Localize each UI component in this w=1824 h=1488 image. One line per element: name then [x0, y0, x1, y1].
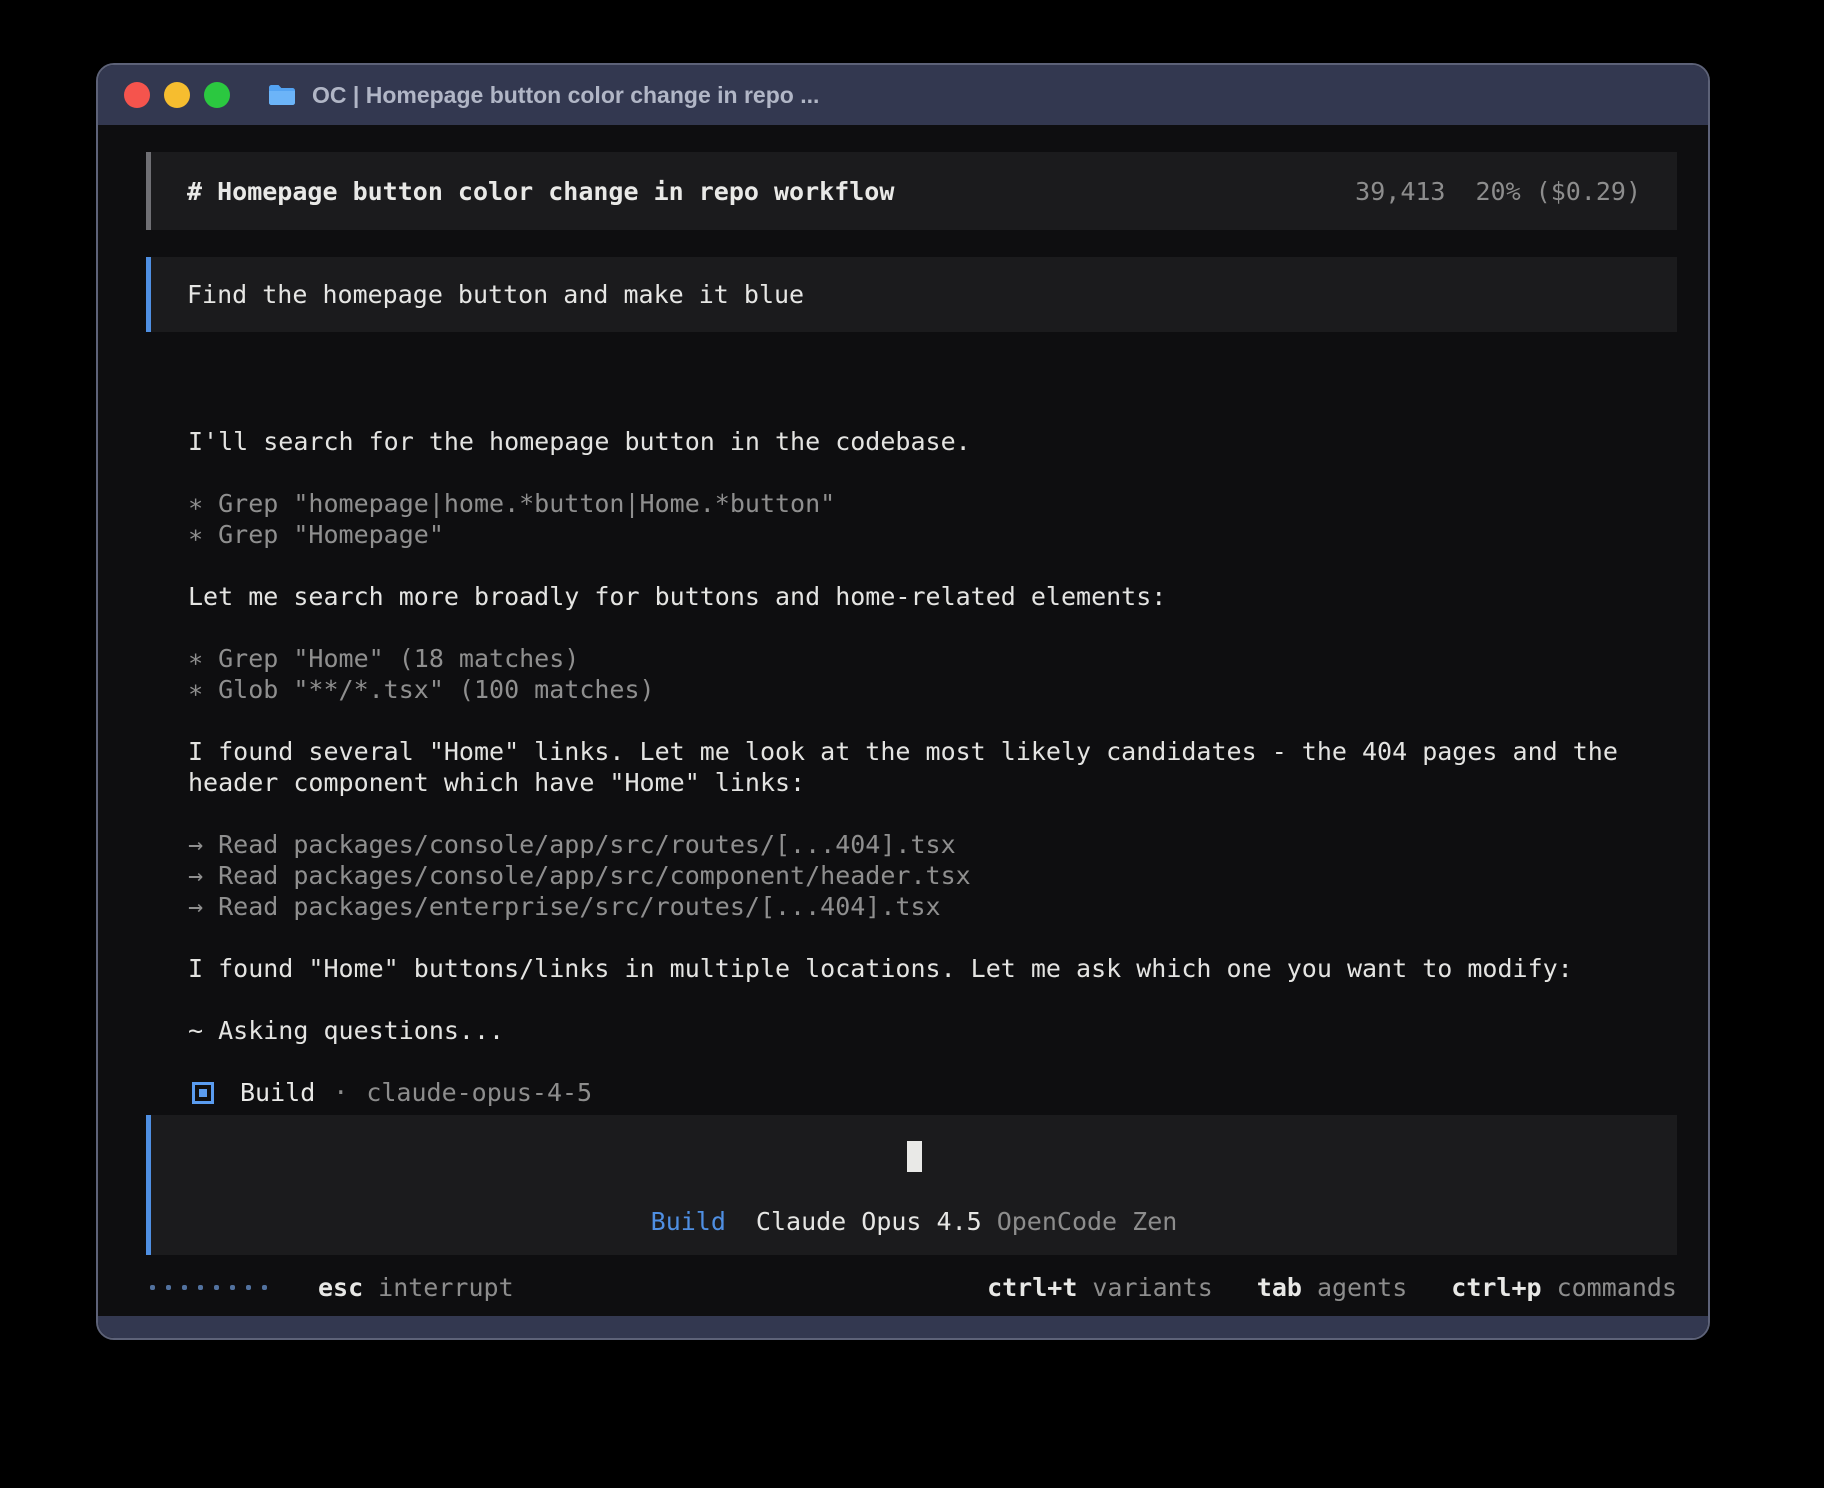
spinner-dot — [150, 1285, 155, 1290]
close-button[interactable] — [124, 82, 150, 108]
model-provider: OpenCode Zen — [997, 1206, 1178, 1237]
esc-hint-label: interrupt — [378, 1272, 513, 1303]
message-block: → Read packages/console/app/src/routes/[… — [188, 829, 1677, 922]
prompt-input[interactable]: Build Claude Opus 4.5 OpenCode Zen — [146, 1115, 1677, 1255]
message-block: ∗ Grep "homepage|home.*button|Home.*butt… — [188, 488, 1677, 550]
conversation: I'll search for the homepage button in t… — [146, 426, 1677, 1046]
shortcut-key: tab — [1257, 1272, 1302, 1303]
minimize-button[interactable] — [164, 82, 190, 108]
message-line: ∗ Grep "Homepage" — [188, 519, 1677, 550]
model-agent: Build — [651, 1206, 726, 1237]
shortcut-label: variants — [1092, 1272, 1212, 1303]
maximize-button[interactable] — [204, 82, 230, 108]
shortcut-label: commands — [1557, 1272, 1677, 1303]
message-line: I found several "Home" links. Let me loo… — [188, 736, 1677, 767]
shortcut-label: agents — [1317, 1272, 1407, 1303]
message-block: ∗ Grep "Home" (18 matches)∗ Glob "**/*.t… — [188, 643, 1677, 705]
message-line: → Read packages/console/app/src/routes/[… — [188, 829, 1677, 860]
message-line: → Read packages/console/app/src/componen… — [188, 860, 1677, 891]
agent-separator: · — [333, 1077, 348, 1108]
message-block: Let me search more broadly for buttons a… — [188, 581, 1677, 612]
message-line: ∗ Grep "Home" (18 matches) — [188, 643, 1677, 674]
window-bottom-bar — [98, 1316, 1708, 1338]
message-block: I found several "Home" links. Let me loo… — [188, 736, 1677, 798]
model-name: Claude Opus 4.5 — [756, 1206, 982, 1237]
agent-model: claude-opus-4-5 — [366, 1077, 592, 1108]
shortcut-hint: ctrl+p commands — [1451, 1272, 1677, 1303]
esc-hint-key: esc — [318, 1272, 363, 1303]
message-block: I'll search for the homepage button in t… — [188, 426, 1677, 457]
spinner-dots — [150, 1285, 278, 1290]
user-message: Find the homepage button and make it blu… — [146, 257, 1677, 332]
shortcut-hint: tab agents — [1257, 1272, 1407, 1303]
message-block: I found "Home" buttons/links in multiple… — [188, 953, 1677, 984]
agent-name: Build — [240, 1077, 315, 1108]
shortcut-key: ctrl+p — [1451, 1272, 1541, 1303]
spinner-dot — [230, 1285, 235, 1290]
session-title: # Homepage button color change in repo w… — [187, 176, 894, 207]
session-stats: 39,413 20% ($0.29) — [1355, 176, 1641, 207]
agent-status-row: Build · claude-opus-4-5 — [146, 1077, 1677, 1108]
spinner-dot — [214, 1285, 219, 1290]
spinner-dot — [246, 1285, 251, 1290]
footer-shortcuts: ctrl+t variants tab agents ctrl+p commands — [943, 1272, 1677, 1303]
folder-icon — [266, 79, 298, 111]
agent-badge-icon — [192, 1082, 214, 1104]
spinner-dot — [182, 1285, 187, 1290]
shortcut-hint: ctrl+t variants — [987, 1272, 1213, 1303]
message-line: ∗ Glob "**/*.tsx" (100 matches) — [188, 674, 1677, 705]
user-message-text: Find the homepage button and make it blu… — [187, 279, 804, 310]
message-line: → Read packages/enterprise/src/routes/[.… — [188, 891, 1677, 922]
model-bar: Build Claude Opus 4.5 OpenCode Zen — [651, 1206, 1178, 1237]
app-window: OC | Homepage button color change in rep… — [96, 63, 1710, 1340]
esc-hint: esc interrupt — [318, 1272, 514, 1303]
terminal[interactable]: # Homepage button color change in repo w… — [98, 125, 1708, 1316]
input-cursor — [907, 1141, 922, 1172]
message-line: ~ Asking questions... — [188, 1015, 1677, 1046]
window-title: OC | Homepage button color change in rep… — [312, 82, 819, 109]
message-line: I'll search for the homepage button in t… — [188, 426, 1677, 457]
message-line: header component which have "Home" links… — [188, 767, 1677, 798]
session-cost: ($0.29) — [1536, 176, 1641, 207]
message-block: ~ Asking questions... — [188, 1015, 1677, 1046]
spinner-dot — [198, 1285, 203, 1290]
status-footer: esc interrupt ctrl+tvariantstabagentsctr… — [146, 1272, 1677, 1303]
message-line: I found "Home" buttons/links in multiple… — [188, 953, 1677, 984]
context-percent: 20% — [1475, 176, 1520, 207]
message-line: Let me search more broadly for buttons a… — [188, 581, 1677, 612]
shortcut-key: ctrl+t — [987, 1272, 1077, 1303]
token-count: 39,413 — [1355, 176, 1445, 207]
titlebar: OC | Homepage button color change in rep… — [98, 65, 1708, 125]
message-line: ∗ Grep "homepage|home.*button|Home.*butt… — [188, 488, 1677, 519]
session-header: # Homepage button color change in repo w… — [146, 152, 1677, 230]
spinner-dot — [262, 1285, 267, 1290]
spinner-dot — [166, 1285, 171, 1290]
